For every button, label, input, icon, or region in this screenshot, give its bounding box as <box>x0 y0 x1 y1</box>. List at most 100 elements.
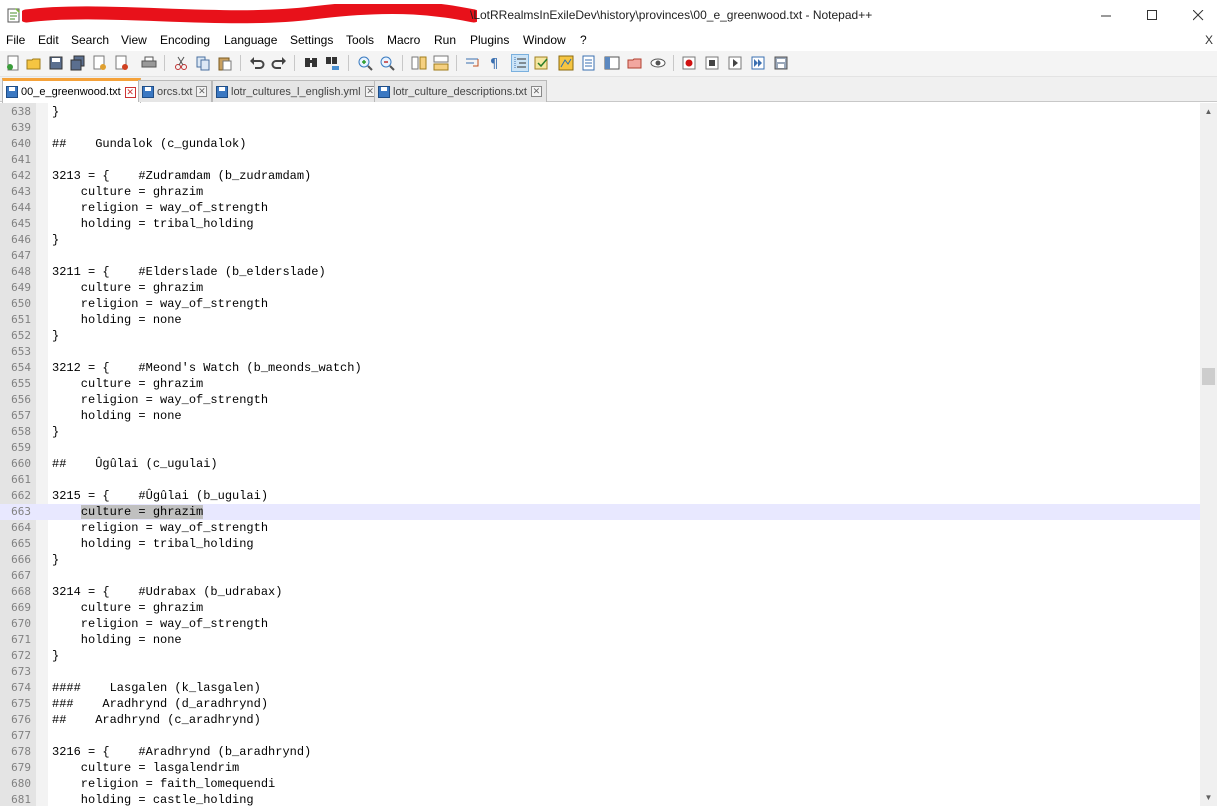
save-macro-icon[interactable] <box>772 54 790 72</box>
code-line[interactable]: 680 religion = faith_lomequendi <box>0 776 1200 792</box>
code-line[interactable]: 643 culture = ghrazim <box>0 184 1200 200</box>
code-text[interactable]: religion = way_of_strength <box>52 296 268 312</box>
sync-horizontal-icon[interactable] <box>432 54 450 72</box>
code-text[interactable]: 3212 = { #Meond's Watch (b_meonds_watch) <box>52 360 362 376</box>
play-macro-icon[interactable] <box>726 54 744 72</box>
print-icon[interactable] <box>140 54 158 72</box>
undo-icon[interactable] <box>248 54 266 72</box>
menu-tools[interactable]: Tools <box>346 33 374 47</box>
word-wrap-icon[interactable] <box>464 54 482 72</box>
tab-00-e-greenwood[interactable]: 00_e_greenwood.txt ✕ <box>2 78 141 103</box>
scrollbar-thumb[interactable] <box>1202 367 1215 385</box>
show-all-characters-icon[interactable]: ¶ <box>486 54 504 72</box>
record-macro-icon[interactable] <box>680 54 698 72</box>
code-text[interactable]: holding = tribal_holding <box>52 216 254 232</box>
tab-close-icon[interactable]: ✕ <box>530 86 542 97</box>
menu-window[interactable]: Window <box>523 33 566 47</box>
code-line[interactable]: 673 <box>0 664 1200 680</box>
menu-encoding[interactable]: Encoding <box>160 33 210 47</box>
code-line[interactable]: 655 culture = ghrazim <box>0 376 1200 392</box>
sync-vertical-icon[interactable] <box>410 54 428 72</box>
find-icon[interactable] <box>302 54 320 72</box>
save-icon[interactable] <box>47 54 65 72</box>
menu-edit[interactable]: Edit <box>38 33 59 47</box>
maximize-button[interactable] <box>1129 0 1175 31</box>
code-text[interactable]: } <box>52 648 59 664</box>
redo-icon[interactable] <box>270 54 288 72</box>
code-line[interactable]: 641 <box>0 152 1200 168</box>
zoom-out-icon[interactable] <box>378 54 396 72</box>
close-window-button[interactable] <box>1175 0 1217 31</box>
close-all-icon[interactable] <box>113 54 131 72</box>
code-line[interactable]: 663 culture = ghrazim <box>0 504 1200 520</box>
open-file-icon[interactable] <box>25 54 43 72</box>
code-line[interactable]: 642 3213 = { #Zudramdam (b_zudramdam) <box>0 168 1200 184</box>
code-line[interactable]: 654 3212 = { #Meond's Watch (b_meonds_wat… <box>0 360 1200 376</box>
code-line[interactable]: 675 ### Aradhrynd (d_aradhrynd) <box>0 696 1200 712</box>
code-line[interactable]: 651 holding = none <box>0 312 1200 328</box>
code-text[interactable]: culture = ghrazim <box>52 184 203 200</box>
stop-macro-icon[interactable] <box>703 54 721 72</box>
menu-search[interactable]: Search <box>71 33 109 47</box>
menu-view[interactable]: View <box>121 33 147 47</box>
text-selection[interactable]: culture = ghrazim <box>80 505 204 519</box>
code-text[interactable]: culture = ghrazim <box>52 600 203 616</box>
close-file-icon[interactable] <box>91 54 109 72</box>
code-line[interactable]: 640 ## Gundalok (c_gundalok) <box>0 136 1200 152</box>
folder-as-workspace-icon[interactable] <box>626 54 644 72</box>
code-text[interactable]: holding = none <box>52 312 182 328</box>
code-line[interactable]: 677 <box>0 728 1200 744</box>
save-all-icon[interactable] <box>69 54 87 72</box>
text-editor[interactable]: 638} 639 640 ## Gundalok (c_gundalok) 641 642… <box>0 103 1217 806</box>
code-text[interactable]: } <box>52 552 59 568</box>
code-text[interactable]: holding = castle_holding <box>52 792 254 806</box>
code-text[interactable]: religion = way_of_strength <box>52 616 268 632</box>
menu-run[interactable]: Run <box>434 33 456 47</box>
code-text[interactable]: culture = ghrazim <box>52 280 203 296</box>
code-text[interactable]: religion = way_of_strength <box>52 520 268 536</box>
close-document-button[interactable]: X <box>1205 33 1213 47</box>
code-text[interactable]: ## Gundalok (c_gundalok) <box>52 136 246 152</box>
replace-icon[interactable] <box>324 54 342 72</box>
editor-lines[interactable]: 638} 639 640 ## Gundalok (c_gundalok) 641 642… <box>0 104 1200 806</box>
code-text[interactable]: religion = way_of_strength <box>52 392 268 408</box>
vertical-scrollbar[interactable]: ▲ ▼ <box>1200 103 1217 806</box>
tab-close-icon[interactable]: ✕ <box>124 86 136 98</box>
code-line[interactable]: 671 holding = none <box>0 632 1200 648</box>
code-line[interactable]: 674 #### Lasgalen (k_lasgalen) <box>0 680 1200 696</box>
code-line[interactable]: 646} <box>0 232 1200 248</box>
code-text[interactable]: 3214 = { #Udrabax (b_udrabax) <box>52 584 282 600</box>
code-line[interactable]: 652} <box>0 328 1200 344</box>
code-text[interactable]: 3216 = { #Aradhrynd (b_aradhrynd) <box>52 744 311 760</box>
new-file-icon[interactable] <box>4 54 22 72</box>
menu-settings[interactable]: Settings <box>290 33 333 47</box>
code-text[interactable]: holding = tribal_holding <box>52 536 254 552</box>
code-line[interactable]: 665 holding = tribal_holding <box>0 536 1200 552</box>
user-defined-language-icon[interactable] <box>533 54 551 72</box>
code-text[interactable]: ## Ûgûlai (c_ugulai) <box>52 456 218 472</box>
code-text[interactable]: 3211 = { #Elderslade (b_elderslade) <box>52 264 326 280</box>
tab-orcs[interactable]: orcs.txt ✕ <box>138 80 213 102</box>
code-text[interactable]: holding = none <box>52 632 182 648</box>
code-text[interactable]: } <box>52 232 59 248</box>
code-text[interactable]: } <box>52 104 59 120</box>
function-list-icon[interactable] <box>580 54 598 72</box>
code-text[interactable]: } <box>52 328 59 344</box>
code-text[interactable]: 3213 = { #Zudramdam (b_zudramdam) <box>52 168 311 184</box>
scroll-down-icon[interactable]: ▼ <box>1200 789 1217 806</box>
code-text[interactable]: culture = ghrazim <box>52 504 204 520</box>
code-line[interactable]: 639 <box>0 120 1200 136</box>
code-line[interactable]: 649 culture = ghrazim <box>0 280 1200 296</box>
zoom-in-icon[interactable] <box>356 54 374 72</box>
code-line[interactable]: 662 3215 = { #Ûgûlai (b_ugulai) <box>0 488 1200 504</box>
code-line[interactable]: 661 <box>0 472 1200 488</box>
code-text[interactable]: ## Aradhrynd (c_aradhrynd) <box>52 712 261 728</box>
code-line[interactable]: 657 holding = none <box>0 408 1200 424</box>
minimize-button[interactable] <box>1083 0 1129 31</box>
code-line[interactable]: 679 culture = lasgalendrim <box>0 760 1200 776</box>
code-line[interactable]: 659 <box>0 440 1200 456</box>
code-text[interactable]: 3215 = { #Ûgûlai (b_ugulai) <box>52 488 268 504</box>
code-line[interactable]: 647 <box>0 248 1200 264</box>
tab-close-icon[interactable]: ✕ <box>196 86 208 97</box>
code-line[interactable]: 664 religion = way_of_strength <box>0 520 1200 536</box>
